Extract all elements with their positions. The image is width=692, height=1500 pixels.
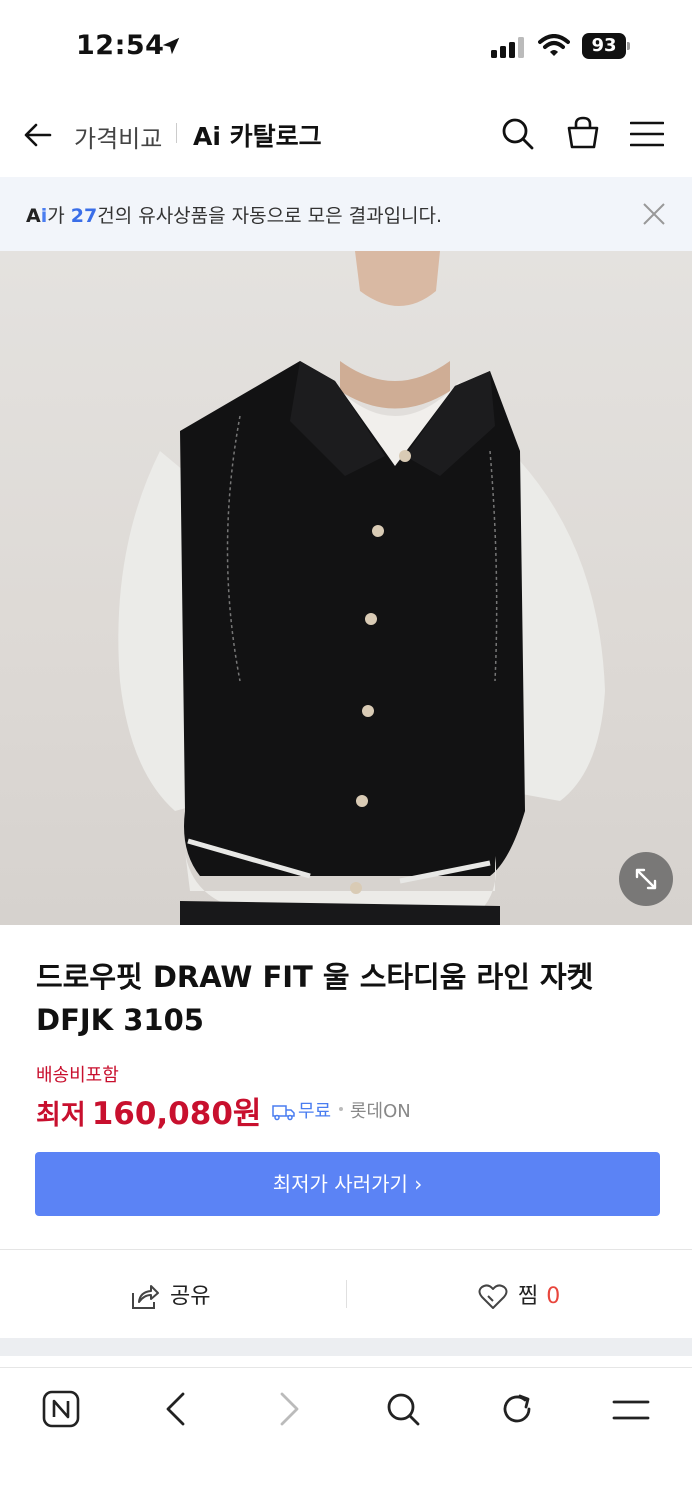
- battery-indicator: 93: [582, 33, 630, 59]
- forward-chevron-icon[interactable]: [278, 1390, 302, 1432]
- separator-dot: [339, 1107, 343, 1111]
- location-arrow-icon: [160, 35, 182, 61]
- close-icon[interactable]: [642, 202, 666, 230]
- share-button[interactable]: 공유: [130, 1278, 210, 1311]
- favorite-button[interactable]: 찜0: [478, 1278, 560, 1311]
- product-title: 드로우핏 DRAW FIT 울 스타디움 라인 자켓 DFJK 3105: [36, 960, 594, 1037]
- free-shipping: 무료: [272, 1097, 331, 1123]
- action-row: 공유 찜0: [0, 1250, 692, 1338]
- ai-notice-text: Ai가 27건의 유사상품을 자동으로 모은 결과입니다.: [26, 205, 443, 227]
- ai-notice-banner: Ai가 27건의 유사상품을 자동으로 모은 결과입니다.: [0, 177, 692, 251]
- section-spacer: [0, 1338, 692, 1356]
- shipping-included-label: 배송비포함: [36, 1065, 119, 1086]
- breadcrumb-separator: [176, 123, 177, 143]
- action-separator: [346, 1280, 347, 1308]
- search-icon[interactable]: [500, 116, 536, 156]
- breadcrumb-price-compare[interactable]: 가격비교: [74, 119, 162, 154]
- page-title: Ai 카탈로그: [193, 122, 322, 151]
- wifi-icon: [538, 34, 570, 62]
- seller-name[interactable]: 롯데ON: [350, 1097, 411, 1123]
- menu-icon[interactable]: [612, 1398, 650, 1426]
- search-icon[interactable]: [385, 1390, 421, 1432]
- naver-home-icon[interactable]: [42, 1390, 80, 1432]
- hamburger-menu-icon[interactable]: [629, 121, 665, 151]
- cellular-signal-icon: [491, 36, 529, 62]
- truck-icon: [272, 1105, 295, 1121]
- back-arrow-icon[interactable]: [22, 119, 54, 155]
- lowest-price-label: 최저: [36, 1100, 86, 1131]
- status-bar: 12:54 93: [0, 0, 692, 95]
- share-icon: [132, 1285, 159, 1309]
- browser-bottom-bar: [0, 1367, 692, 1500]
- refresh-icon[interactable]: [498, 1390, 536, 1432]
- top-nav-header: 가격비교 Ai 카탈로그: [0, 95, 692, 177]
- favorite-count: 0: [546, 1284, 561, 1309]
- battery-level: 93: [582, 33, 626, 59]
- status-time: 12:54: [76, 30, 165, 61]
- price-row: 최저 160,080원: [36, 1088, 261, 1132]
- shopping-bag-icon[interactable]: [565, 115, 601, 155]
- product-image[interactable]: [0, 251, 692, 925]
- heart-icon: [478, 1284, 508, 1309]
- lowest-price-value: 160,080원: [91, 1096, 262, 1132]
- buy-lowest-price-button[interactable]: 최저가 사러가기 ›: [35, 1152, 660, 1216]
- similar-count: 27: [70, 205, 98, 227]
- ai-logo: Ai: [26, 205, 48, 227]
- back-chevron-icon[interactable]: [163, 1390, 187, 1432]
- expand-image-button[interactable]: [619, 852, 673, 906]
